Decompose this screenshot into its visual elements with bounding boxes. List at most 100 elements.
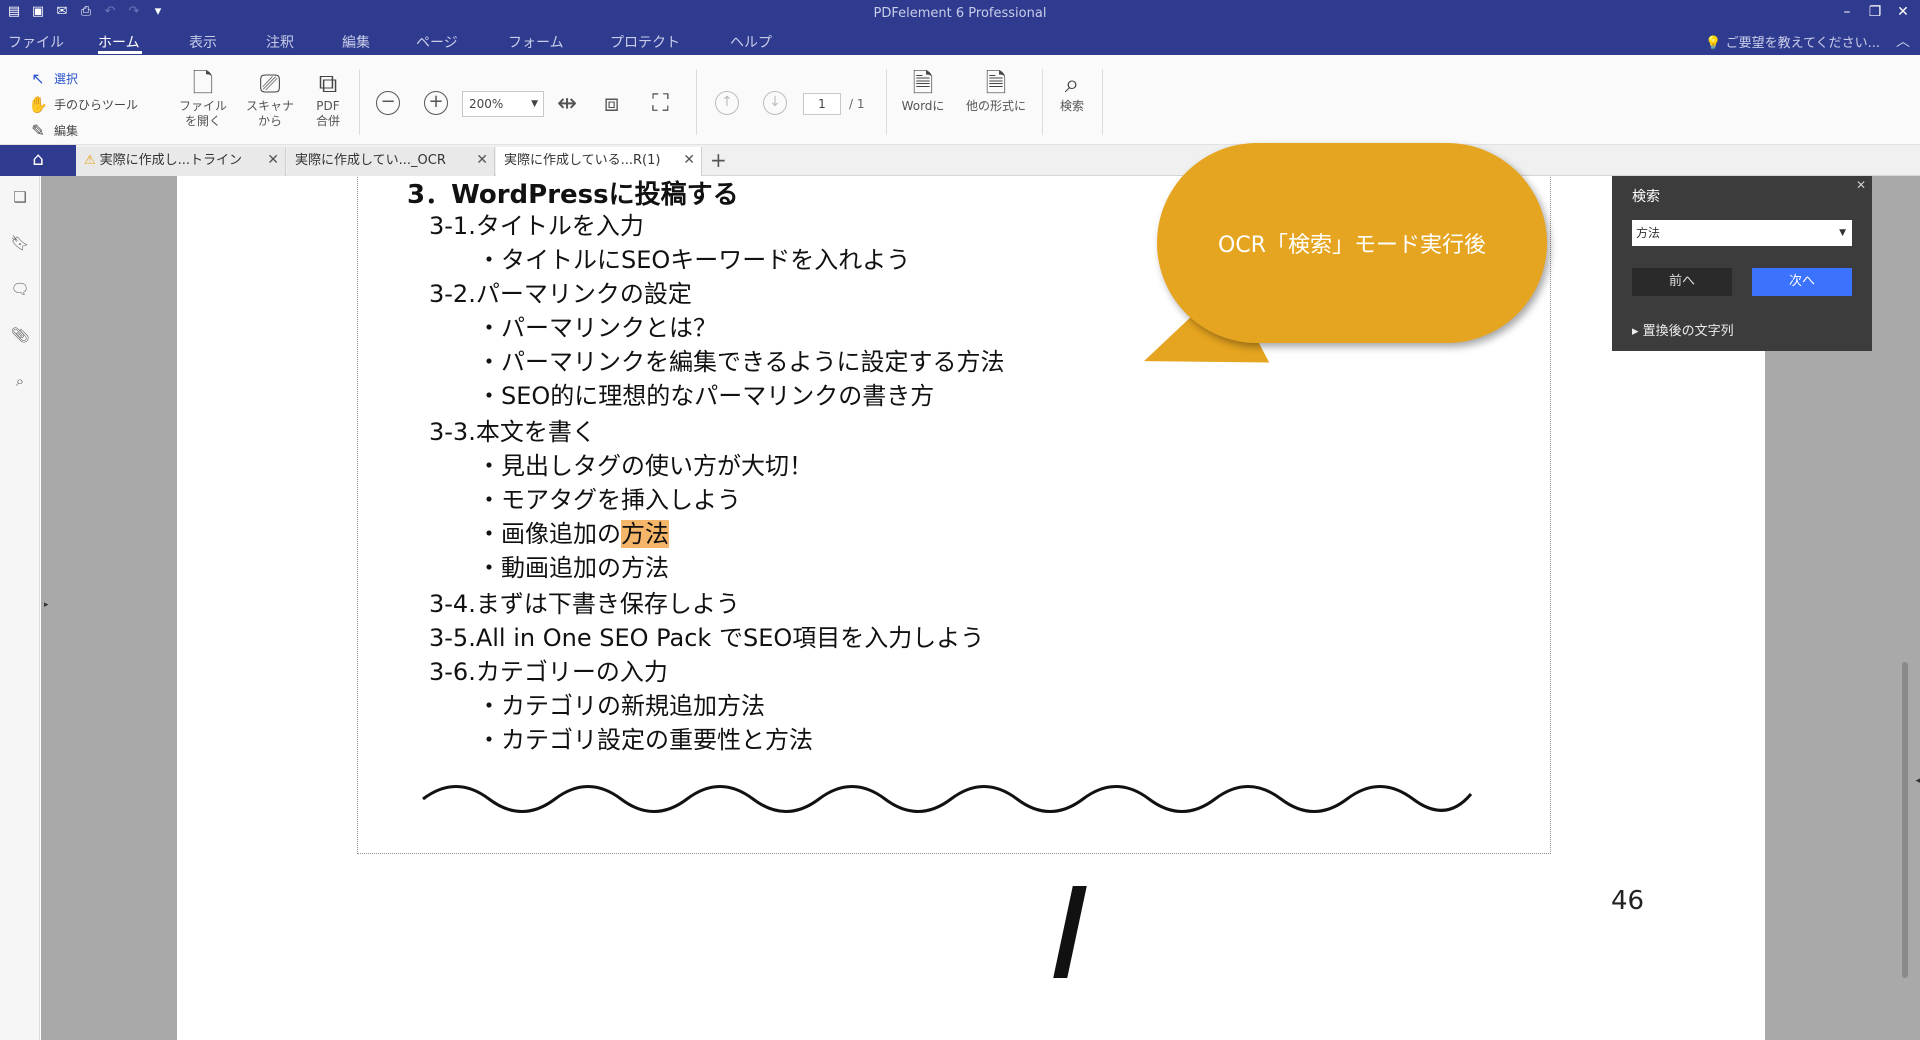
separator — [696, 69, 697, 135]
separator — [886, 69, 887, 135]
search-prev-button[interactable]: 前へ — [1632, 268, 1732, 296]
doc-line: ・カテゴリ設定の重要性と方法 — [477, 726, 813, 754]
menu-bar: ファイル ホーム 表示 注釈 編集 ページ フォーム プロテクト ヘルプ 💡 ご… — [0, 27, 1920, 55]
scanner-icon: ⎚ — [259, 69, 281, 99]
page-number-input[interactable]: 1 — [803, 93, 841, 115]
close-tab-icon[interactable]: ✕ — [683, 147, 695, 174]
zoom-select[interactable]: 200% ▼ — [462, 91, 544, 117]
separator — [1102, 69, 1103, 135]
file-plus-icon: 🗋 — [192, 69, 214, 99]
vertical-scrollbar[interactable] — [1902, 662, 1908, 978]
convert-file-icon: 🗎 — [985, 69, 1007, 99]
doc-line: ・カテゴリの新規追加方法 — [477, 692, 765, 720]
thumbnails-icon[interactable]: ❏ — [10, 188, 30, 206]
doc-line: 3-4.まずは下書き保存しよう — [429, 590, 740, 618]
ribbon: ↖ 選択 ✋ 手のひらツール ✎ 編集 🗋 ファイル を開く ⎚ スキャナ から ⧉ … — [0, 55, 1920, 145]
doc-line: ・タイトルにSEOキーワードを入れよう — [477, 246, 911, 274]
menu-comment[interactable]: 注釈 — [266, 32, 294, 52]
left-sidebar: ❏ 🔖︎ 🗨 📎︎ ⌕ — [0, 176, 40, 1040]
zoom-out-button[interactable]: − — [376, 91, 400, 115]
bookmark-icon[interactable]: 🔖︎ — [10, 234, 30, 252]
pdf-merge-button[interactable]: ⧉ PDF 合併 — [306, 69, 350, 129]
doc-line: ・画像追加の方法 — [477, 520, 669, 548]
search-panel-title: 検索 — [1632, 189, 1660, 205]
warning-icon: ⚠ — [84, 153, 96, 168]
search-input[interactable]: 方法 ▼ — [1632, 220, 1852, 246]
left-panel-toggle-icon[interactable]: ▸ — [44, 600, 49, 610]
menu-view[interactable]: 表示 — [189, 32, 217, 52]
attachment-icon[interactable]: 📎︎ — [10, 326, 30, 344]
window-title: PDFelement 6 Professional — [873, 6, 1047, 21]
merge-icon: ⧉ — [318, 69, 338, 99]
close-tab-icon[interactable]: ✕ — [267, 147, 279, 174]
right-panel-toggle-icon[interactable]: ◂ — [1915, 776, 1920, 786]
home-tab[interactable]: ⌂ — [0, 145, 76, 176]
home-icon: ⌂ — [32, 149, 44, 170]
search-panel-icon[interactable]: ⌕ — [10, 372, 30, 390]
callout-text: OCR「検索」モード実行後 — [1218, 233, 1486, 258]
comment-icon[interactable]: 🗨 — [10, 280, 30, 298]
doc-line: 3-5.All in One SEO Pack でSEO項目を入力しよう — [429, 624, 985, 652]
present-icon[interactable]: ⛶ — [652, 89, 669, 117]
prev-page-button[interactable]: ↑ — [715, 91, 739, 115]
add-tab-icon[interactable]: + — [710, 147, 727, 173]
to-other-format-button[interactable]: 🗎 他の形式に — [958, 69, 1034, 114]
to-word-button[interactable]: 🗎 Wordに — [898, 69, 948, 114]
minimize-icon[interactable]: – — [1838, 3, 1856, 21]
chevron-down-icon[interactable]: ▼ — [1839, 220, 1846, 246]
help-hint[interactable]: 💡 ご要望を教えてください... — [1705, 32, 1880, 51]
search-panel: 検索 ✕ 方法 ▼ 前へ 次へ ▸ 置換後の文字列 — [1612, 176, 1872, 351]
window-controls: – ❐ ✕ — [1838, 3, 1912, 21]
tab-document-3[interactable]: 実際に作成している...R(1) ✕ — [496, 147, 702, 176]
select-tool[interactable]: ↖ 選択 — [28, 65, 138, 91]
hand-icon: ✋ — [28, 94, 48, 114]
edit-tool[interactable]: ✎ 編集 — [28, 117, 138, 143]
open-file-button[interactable]: 🗋 ファイル を開く — [175, 69, 231, 129]
close-icon[interactable]: ✕ — [1856, 178, 1866, 192]
zoom-in-button[interactable]: + — [424, 91, 448, 115]
menu-edit[interactable]: 編集 — [342, 32, 370, 52]
doc-line: ・パーマリンクを編集できるように設定する方法 — [477, 348, 1005, 376]
search-button[interactable]: ⌕ 検索 — [1052, 69, 1092, 114]
page-total: / 1 — [849, 97, 865, 111]
document-tabs: ⌂ ⚠ 実際に作成し...トライン ✕ 実際に作成してい..._OCR ✕ 実際に… — [0, 145, 1920, 176]
doc-line: ・動画追加の方法 — [477, 554, 669, 582]
doc-line: 3-1.タイトルを入力 — [429, 212, 644, 240]
doc-line: ・SEO的に理想的なパーマリンクの書き方 — [477, 382, 935, 410]
handwritten-mark — [1053, 886, 1087, 978]
hand-tool[interactable]: ✋ 手のひらツール — [28, 91, 138, 117]
menu-file[interactable]: ファイル — [8, 32, 64, 52]
scanner-button[interactable]: ⎚ スキャナ から — [242, 69, 298, 129]
tab-document-2[interactable]: 実際に作成してい..._OCR ✕ — [287, 147, 495, 176]
replace-toggle[interactable]: ▸ 置換後の文字列 — [1632, 320, 1734, 339]
cursor-icon: ↖ — [31, 68, 45, 88]
edit-icon: ✎ — [31, 120, 45, 140]
doc-line: 3-2.パーマリンクの設定 — [429, 280, 692, 308]
tab-document-1[interactable]: ⚠ 実際に作成し...トライン ✕ — [76, 147, 286, 176]
maximize-icon[interactable]: ❐ — [1866, 3, 1884, 21]
menu-help[interactable]: ヘルプ — [730, 32, 772, 52]
menu-page[interactable]: ページ — [416, 32, 458, 52]
next-page-button[interactable]: ↓ — [763, 91, 787, 115]
separator — [359, 69, 360, 135]
doc-line: 3-3.本文を書く — [429, 418, 596, 446]
collapse-ribbon-icon[interactable]: ︿ — [1896, 31, 1910, 51]
fit-width-icon[interactable]: ⇹ — [557, 89, 577, 117]
doc-line: ・パーマリンクとは？ — [477, 314, 717, 342]
fit-page-icon[interactable]: ⧈ — [604, 89, 619, 117]
menu-form[interactable]: フォーム — [508, 32, 564, 52]
lightbulb-icon: 💡 — [1705, 36, 1722, 51]
page-number: 46 — [1611, 886, 1645, 916]
close-icon[interactable]: ✕ — [1894, 3, 1912, 21]
close-tab-icon[interactable]: ✕ — [476, 147, 488, 174]
menu-protect[interactable]: プロテクト — [610, 32, 680, 52]
doc-line: 3-6.カテゴリーの入力 — [429, 658, 668, 686]
word-file-icon: 🗎 — [912, 69, 934, 99]
callout-bubble: OCR「検索」モード実行後 — [1129, 143, 1547, 415]
title-bar: ▤ ▣ ✉ ⎙ ↶ ↷ ▾ PDFelement 6 Professional … — [0, 0, 1920, 27]
search-next-button[interactable]: 次へ — [1752, 268, 1852, 296]
active-menu-indicator — [98, 51, 142, 54]
search-icon: ⌕ — [1064, 69, 1080, 99]
menu-home[interactable]: ホーム — [98, 32, 140, 52]
wavy-line — [422, 785, 1473, 813]
